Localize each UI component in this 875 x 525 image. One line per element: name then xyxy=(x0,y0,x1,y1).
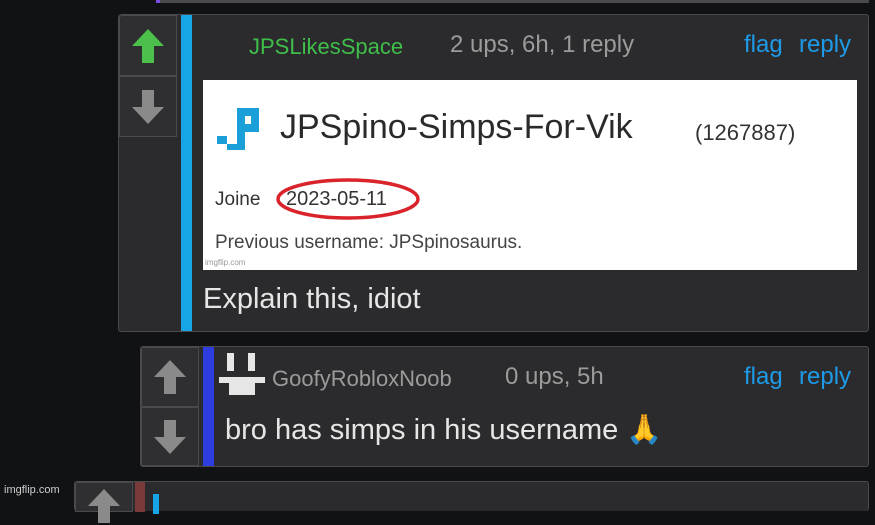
next-comment-card xyxy=(74,481,869,523)
comment-username[interactable]: GoofyRobloxNoob xyxy=(272,366,452,392)
comment-text: Explain this, idiot xyxy=(203,283,421,315)
comment-card: JPSLikesSpace 2 ups, 6h, 1 reply flag re… xyxy=(118,14,869,332)
previous-comment-edge-accent xyxy=(156,0,160,3)
comment-text-content: bro has simps in his username xyxy=(225,414,619,446)
page-watermark: imgflip.com xyxy=(4,484,60,496)
comment-depth-stripe xyxy=(181,15,192,331)
comment-image[interactable]: JPSpino-Simps-For-Vik (1267887) Joine 20… xyxy=(203,80,857,270)
nested-depth-stripe xyxy=(153,494,159,514)
vote-controls xyxy=(119,15,177,331)
arrow-up-icon xyxy=(132,28,164,63)
upvote-button[interactable] xyxy=(119,15,177,76)
red-circle-annotation xyxy=(276,178,420,220)
profile-id: (1267887) xyxy=(695,120,796,145)
downvote-button[interactable] xyxy=(141,407,199,466)
profile-name: JPSpino-Simps-For-Vik xyxy=(280,108,633,146)
vote-controls xyxy=(141,347,199,466)
comment-depth-stripe xyxy=(135,482,145,512)
arrow-down-icon xyxy=(154,419,186,454)
reply-comment-card: GoofyRobloxNoob 0 ups, 5h flag reply bro… xyxy=(140,346,869,467)
previous-comment-edge xyxy=(156,0,869,3)
comment-meta: 0 ups, 5h xyxy=(505,363,604,390)
imgflip-logo-icon xyxy=(217,108,259,150)
arrow-up-icon xyxy=(154,360,186,394)
comment-text: bro has simps in his username 🙏 xyxy=(225,413,662,447)
upvote-button[interactable] xyxy=(141,347,199,407)
downvote-button[interactable] xyxy=(119,76,177,137)
reply-link[interactable]: reply xyxy=(799,31,851,59)
comment-depth-stripe xyxy=(203,347,214,466)
upvote-button[interactable] xyxy=(75,482,133,523)
comment-meta: 2 ups, 6h, 1 reply xyxy=(450,31,635,58)
reply-link[interactable]: reply xyxy=(799,363,851,391)
arrow-down-icon xyxy=(132,89,164,124)
robot-avatar-icon[interactable] xyxy=(219,353,265,395)
flag-link[interactable]: flag xyxy=(744,31,783,59)
comment-username[interactable]: JPSLikesSpace xyxy=(249,34,403,60)
image-watermark: imgflip.com xyxy=(205,258,246,267)
joined-label: Joine xyxy=(215,189,261,210)
previous-username: Previous username: JPSpinosaurus. xyxy=(215,232,523,253)
flag-link[interactable]: flag xyxy=(744,363,783,391)
praying-hands-emoji: 🙏 xyxy=(626,414,663,446)
arrow-up-icon xyxy=(88,489,120,523)
